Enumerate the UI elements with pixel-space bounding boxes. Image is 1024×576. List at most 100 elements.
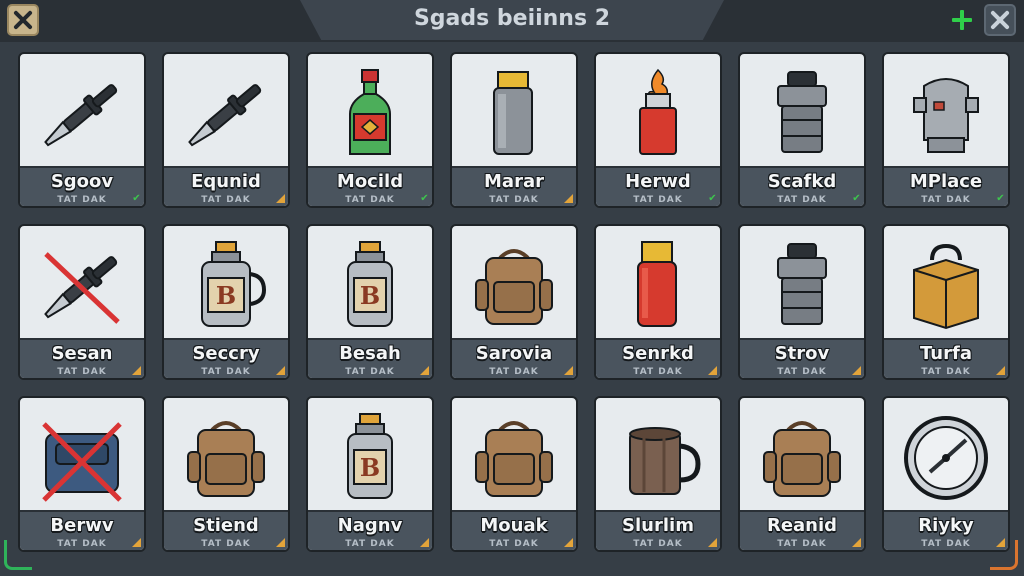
- svg-text:B: B: [360, 453, 380, 482]
- knife-crossed-icon: [20, 226, 144, 346]
- checkmark-icon: ✔: [996, 193, 1005, 204]
- item-name: Sarovia: [475, 343, 553, 364]
- knife-icon: [20, 54, 144, 174]
- item-slot[interactable]: Reanid TAT DAK: [738, 396, 866, 552]
- stove-icon: [884, 54, 1008, 174]
- plus-icon: [952, 10, 972, 30]
- compass-icon: [884, 398, 1008, 518]
- lighter-icon: [596, 54, 720, 174]
- item-subtitle: TAT DAK: [489, 539, 539, 549]
- item-subtitle: TAT DAK: [345, 195, 395, 205]
- corner-ornament-right: [990, 540, 1018, 570]
- item-slot[interactable]: Sesan TAT DAK: [18, 224, 146, 380]
- jug-icon: B: [164, 226, 288, 346]
- item-name: Marar: [484, 171, 544, 192]
- pot-icon: [740, 54, 864, 174]
- close-button-left[interactable]: [7, 4, 39, 36]
- close-icon: [990, 10, 1010, 30]
- backpack-icon: [452, 226, 576, 346]
- item-slot[interactable]: Sarovia TAT DAK: [450, 224, 578, 380]
- item-subtitle: TAT DAK: [57, 539, 107, 549]
- item-slot[interactable]: Mouak TAT DAK: [450, 396, 578, 552]
- corner-ornament-left: [4, 540, 32, 570]
- canister-icon: [596, 226, 720, 346]
- item-name: Nagnv: [337, 515, 403, 536]
- item-subtitle: TAT DAK: [201, 195, 251, 205]
- can-icon: [452, 54, 576, 174]
- pot-icon: [740, 226, 864, 346]
- item-slot[interactable]: Sgoov TAT DAK ✔: [18, 52, 146, 208]
- item-name: Sgoov: [50, 171, 114, 192]
- item-slot[interactable]: Slurlim TAT DAK: [594, 396, 722, 552]
- bag-crossed-icon: [20, 398, 144, 518]
- item-name: Turfa: [920, 343, 972, 364]
- item-slot[interactable]: Berwv TAT DAK: [18, 396, 146, 552]
- add-button[interactable]: [948, 4, 976, 36]
- item-slot[interactable]: Stiend TAT DAK: [162, 396, 290, 552]
- checkmark-icon: ✔: [420, 193, 429, 204]
- crate-icon: [884, 226, 1008, 346]
- svg-text:B: B: [360, 281, 380, 310]
- flask-icon: B: [308, 398, 432, 518]
- item-name: Mouak: [480, 515, 548, 536]
- checkmark-icon: ✔: [708, 193, 717, 204]
- item-slot[interactable]: B Nagnv TAT DAK: [306, 396, 434, 552]
- item-slot[interactable]: Senrkd TAT DAK: [594, 224, 722, 380]
- item-subtitle: TAT DAK: [57, 195, 107, 205]
- item-name: Berwv: [50, 515, 114, 536]
- checkmark-icon: ✔: [132, 193, 141, 204]
- backpack-icon: [740, 398, 864, 518]
- item-subtitle: TAT DAK: [633, 539, 683, 549]
- item-slot[interactable]: Marar TAT DAK: [450, 52, 578, 208]
- item-name: Senrkd: [622, 343, 694, 364]
- item-slot[interactable]: MPlace TAT DAK ✔: [882, 52, 1010, 208]
- close-button-right[interactable]: [984, 4, 1016, 36]
- knife-icon: [164, 54, 288, 174]
- item-subtitle: TAT DAK: [633, 195, 683, 205]
- item-subtitle: TAT DAK: [777, 195, 827, 205]
- item-name: Equnid: [191, 171, 261, 192]
- close-icon: [13, 10, 33, 30]
- item-slot[interactable]: Turfa TAT DAK: [882, 224, 1010, 380]
- inventory-grid: Sgoov TAT DAK ✔ Equnid TAT DAK Mocild TAT DAK ✔…: [18, 52, 1010, 552]
- item-name: Strov: [774, 343, 830, 364]
- item-subtitle: TAT DAK: [777, 367, 827, 377]
- item-subtitle: TAT DAK: [201, 367, 251, 377]
- item-slot[interactable]: Riyky TAT DAK: [882, 396, 1010, 552]
- item-name: Herwd: [625, 171, 691, 192]
- item-name: Reanid: [766, 515, 838, 536]
- item-slot[interactable]: Equnid TAT DAK: [162, 52, 290, 208]
- item-slot[interactable]: B Besah TAT DAK: [306, 224, 434, 380]
- item-subtitle: TAT DAK: [201, 539, 251, 549]
- item-slot[interactable]: Mocild TAT DAK ✔: [306, 52, 434, 208]
- item-name: Stiend: [193, 515, 259, 536]
- backpack-icon: [452, 398, 576, 518]
- svg-text:B: B: [216, 281, 236, 310]
- item-slot[interactable]: B Seccry TAT DAK: [162, 224, 290, 380]
- item-subtitle: TAT DAK: [489, 367, 539, 377]
- item-subtitle: TAT DAK: [921, 367, 971, 377]
- item-slot[interactable]: Strov TAT DAK: [738, 224, 866, 380]
- item-name: Riyky: [918, 515, 974, 536]
- item-name: Scafkd: [767, 171, 837, 192]
- item-subtitle: TAT DAK: [345, 367, 395, 377]
- item-name: Seccry: [192, 343, 260, 364]
- title-bar: Sgads beiinns 2: [0, 0, 1024, 42]
- backpack-icon: [164, 398, 288, 518]
- item-name: Slurlim: [622, 515, 694, 536]
- checkmark-icon: ✔: [852, 193, 861, 204]
- item-slot[interactable]: Herwd TAT DAK ✔: [594, 52, 722, 208]
- item-subtitle: TAT DAK: [57, 367, 107, 377]
- item-name: Sesan: [51, 343, 113, 364]
- flask-icon: B: [308, 226, 432, 346]
- item-subtitle: TAT DAK: [921, 195, 971, 205]
- window-title: Sgads beiinns 2: [413, 6, 611, 31]
- inventory-window: Sgads beiinns 2 Sgoov TAT DAK ✔ Equnid TAT D…: [0, 0, 1024, 576]
- item-subtitle: TAT DAK: [489, 195, 539, 205]
- mug-icon: [596, 398, 720, 518]
- item-subtitle: TAT DAK: [633, 367, 683, 377]
- item-name: Besah: [339, 343, 401, 364]
- item-slot[interactable]: Scafkd TAT DAK ✔: [738, 52, 866, 208]
- item-name: Mocild: [336, 171, 404, 192]
- item-subtitle: TAT DAK: [777, 539, 827, 549]
